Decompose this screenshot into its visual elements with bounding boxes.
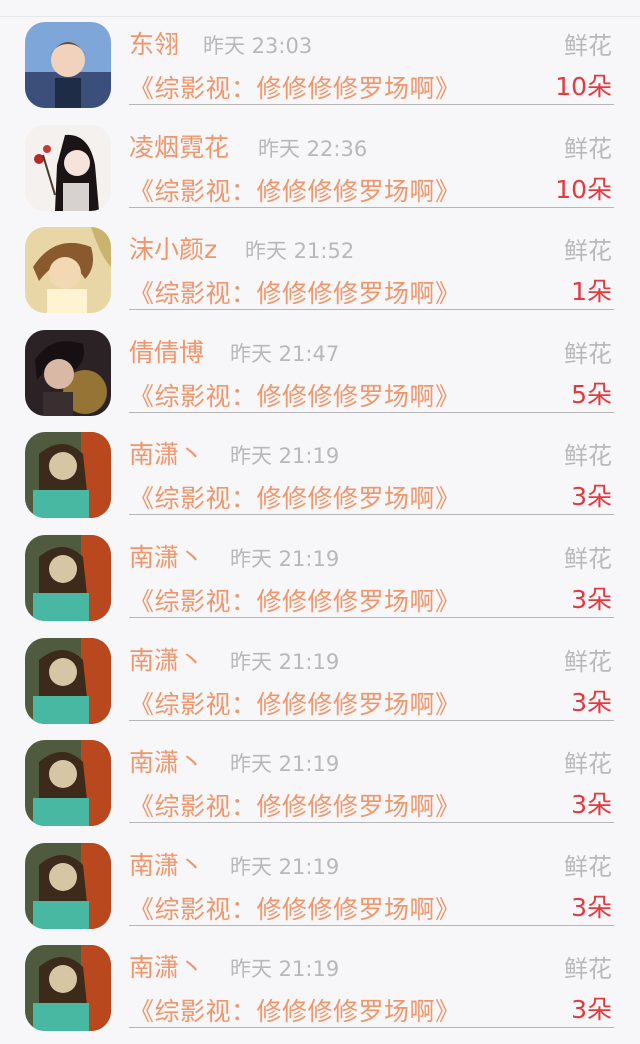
- row-divider: [129, 206, 614, 208]
- top-bar-edge: [0, 0, 640, 17]
- gift-type: 鲜花: [564, 647, 612, 676]
- gift-type: 鲜花: [564, 750, 612, 779]
- row-divider: [129, 104, 614, 105]
- row-divider: [129, 514, 614, 516]
- list-item[interactable]: 南潇丶 昨天 21:19 鲜花 《综影视：修修修修罗场啊》 3朵: [0, 529, 640, 632]
- book-title[interactable]: 《综影视：修修修修罗场啊》: [129, 992, 461, 1028]
- gift-type: 鲜花: [564, 852, 612, 881]
- gift-count: 3朵: [571, 584, 612, 614]
- send-time: 昨天 21:19: [230, 957, 340, 982]
- send-time: 昨天 21:19: [230, 546, 340, 571]
- send-time: 昨天 21:19: [230, 854, 340, 879]
- book-title[interactable]: 《综影视：修修修修罗场啊》: [129, 685, 461, 721]
- avatar[interactable]: [25, 740, 111, 827]
- list-item[interactable]: 南潇丶 昨天 21:19 鲜花 《综影视：修修修修罗场啊》 3朵: [0, 632, 640, 735]
- gift-count: 1朵: [571, 277, 612, 307]
- gift-type: 鲜花: [564, 955, 612, 984]
- gift-count: 3朵: [571, 687, 612, 717]
- gift-count: 3朵: [571, 482, 612, 512]
- send-time: 昨天 22:36: [258, 136, 368, 161]
- avatar[interactable]: [25, 534, 111, 621]
- gift-count: 10朵: [555, 174, 612, 204]
- list-item[interactable]: 东翎 昨天 23:03 鲜花 《综影视：修修修修罗场啊》 10朵: [0, 16, 640, 119]
- gift-record-list: 东翎 昨天 23:03 鲜花 《综影视：修修修修罗场啊》 10朵 凌烟霓花 昨天…: [0, 16, 640, 1042]
- row-divider: [129, 309, 614, 311]
- avatar[interactable]: [25, 22, 111, 108]
- list-item[interactable]: 倩倩博 昨天 21:47 鲜花 《综影视：修修修修罗场啊》 5朵: [0, 324, 640, 427]
- list-item[interactable]: 沫小颜z 昨天 21:52 鲜花 《综影视：修修修修罗场啊》 1朵: [0, 221, 640, 324]
- send-time: 昨天 23:03: [203, 34, 313, 58]
- gift-type: 鲜花: [564, 237, 612, 266]
- sender-name[interactable]: 南潇丶: [129, 743, 204, 779]
- send-time: 昨天 21:19: [230, 649, 340, 674]
- avatar[interactable]: [25, 432, 111, 519]
- avatar[interactable]: [25, 842, 111, 929]
- row-divider: [129, 1027, 614, 1029]
- sender-name[interactable]: 沫小颜z: [129, 230, 217, 266]
- send-time: 昨天 21:19: [230, 752, 340, 777]
- gift-count: 3朵: [571, 892, 612, 922]
- list-item[interactable]: 南潇丶 昨天 21:19 鲜花 《综影视：修修修修罗场啊》 3朵: [0, 734, 640, 837]
- gift-count: 10朵: [555, 72, 612, 101]
- list-item[interactable]: 南潇丶 昨天 21:19 鲜花 《综影视：修修修修罗场啊》 3朵: [0, 939, 640, 1042]
- gift-count: 3朵: [571, 995, 612, 1025]
- row-divider: [129, 616, 614, 618]
- list-item[interactable]: 凌烟霓花 昨天 22:36 鲜花 《综影视：修修修修罗场啊》 10朵: [0, 119, 640, 222]
- sender-name[interactable]: 凌烟霓花: [129, 128, 229, 164]
- avatar[interactable]: [25, 945, 111, 1032]
- sender-name[interactable]: 倩倩博: [129, 333, 204, 369]
- gift-count: 5朵: [571, 379, 612, 409]
- sender-name[interactable]: 南潇丶: [129, 846, 204, 882]
- gift-type: 鲜花: [564, 134, 612, 163]
- sender-name[interactable]: 南潇丶: [129, 948, 204, 984]
- avatar[interactable]: [25, 637, 111, 724]
- sender-name[interactable]: 南潇丶: [129, 641, 204, 677]
- send-time: 昨天 21:19: [230, 444, 340, 469]
- book-title[interactable]: 《综影视：修修修修罗场啊》: [129, 787, 461, 823]
- row-divider: [129, 924, 614, 926]
- avatar[interactable]: [25, 124, 111, 211]
- book-title[interactable]: 《综影视：修修修修罗场啊》: [129, 890, 461, 926]
- list-item[interactable]: 南潇丶 昨天 21:19 鲜花 《综影视：修修修修罗场啊》 3朵: [0, 426, 640, 529]
- sender-name[interactable]: 南潇丶: [129, 435, 204, 471]
- gift-type: 鲜花: [564, 32, 612, 60]
- gift-type: 鲜花: [564, 442, 612, 471]
- list-item[interactable]: 南潇丶 昨天 21:19 鲜花 《综影视：修修修修罗场啊》 3朵: [0, 837, 640, 940]
- book-title[interactable]: 《综影视：修修修修罗场啊》: [129, 582, 461, 618]
- sender-name[interactable]: 东翎: [129, 25, 179, 61]
- book-title[interactable]: 《综影视：修修修修罗场啊》: [129, 479, 461, 515]
- row-divider: [129, 822, 614, 824]
- book-title[interactable]: 《综影视：修修修修罗场啊》: [129, 69, 461, 105]
- book-title[interactable]: 《综影视：修修修修罗场啊》: [129, 274, 461, 310]
- gift-count: 3朵: [571, 790, 612, 820]
- gift-type: 鲜花: [564, 544, 612, 573]
- row-divider: [129, 719, 614, 721]
- sender-name[interactable]: 南潇丶: [129, 538, 204, 574]
- send-time: 昨天 21:47: [230, 341, 340, 366]
- row-divider: [129, 411, 614, 413]
- avatar[interactable]: [25, 227, 111, 314]
- book-title[interactable]: 《综影视：修修修修罗场啊》: [129, 377, 461, 413]
- gift-type: 鲜花: [564, 339, 612, 368]
- avatar[interactable]: [25, 329, 111, 416]
- send-time: 昨天 21:52: [245, 239, 355, 264]
- book-title[interactable]: 《综影视：修修修修罗场啊》: [129, 172, 461, 208]
